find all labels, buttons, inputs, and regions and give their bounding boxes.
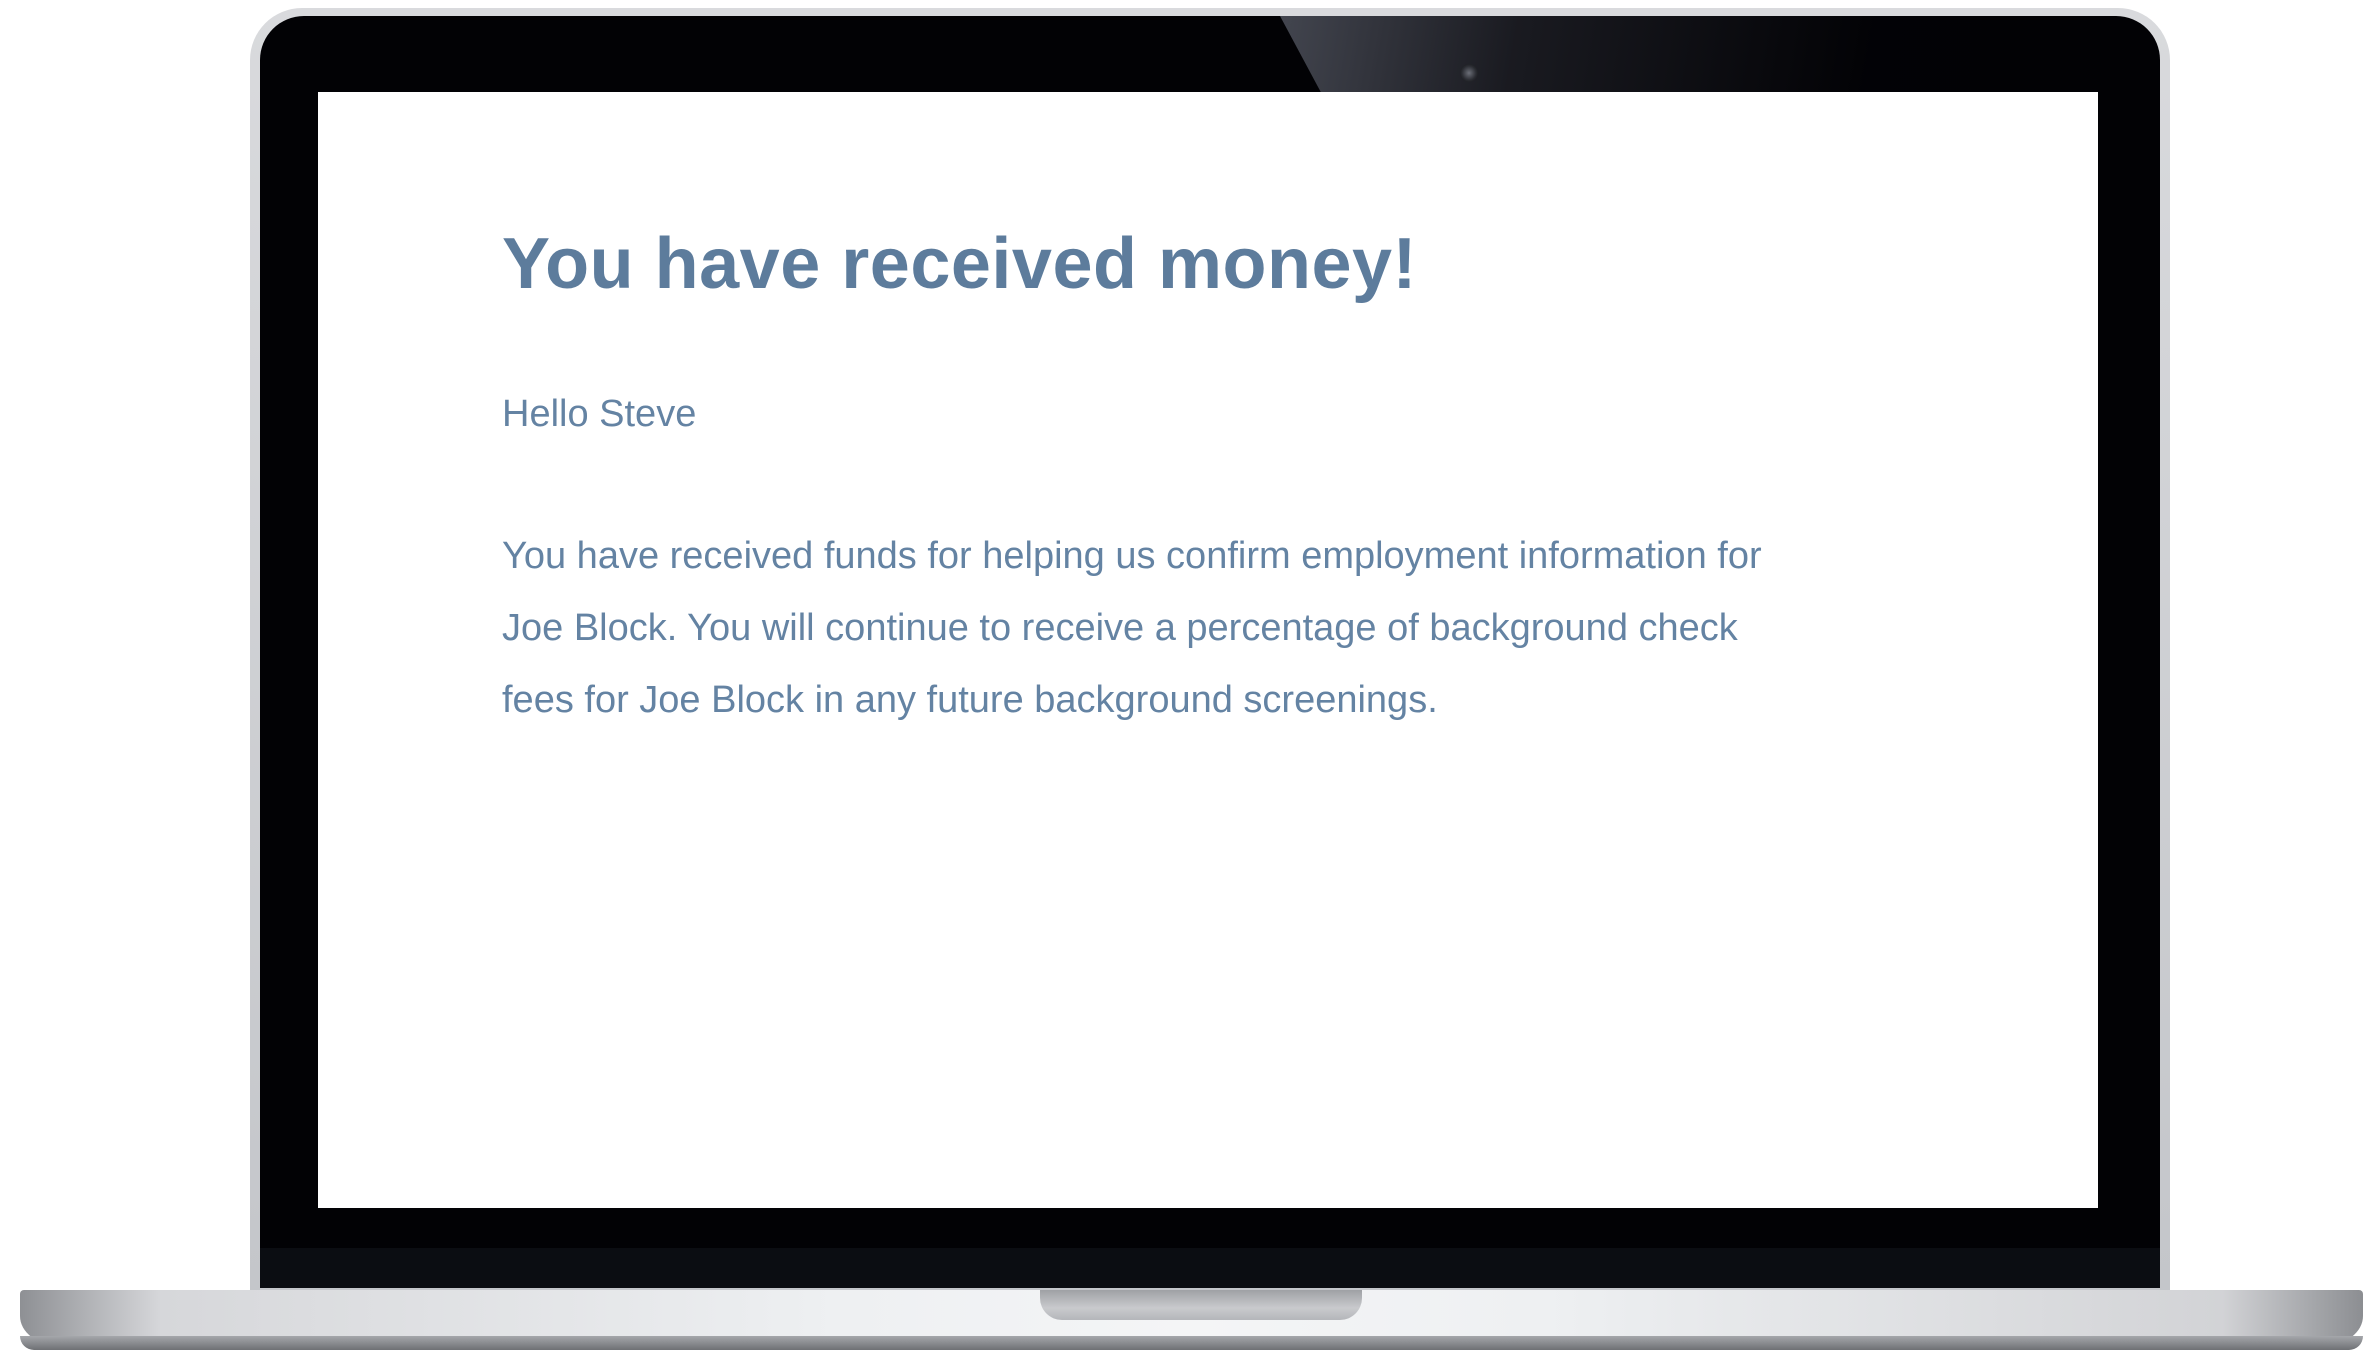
email-body: You have received funds for helping us c…	[502, 535, 1762, 721]
email-title: You have received money!	[502, 224, 1418, 304]
laptop-mockup: You have received money! Hello Steve You…	[0, 0, 2363, 1362]
email-greeting: Hello Steve	[502, 393, 697, 435]
laptop-base-edge	[20, 1336, 2363, 1350]
lid-opening-notch	[1040, 1290, 1362, 1320]
email-content: You have received money! Hello Steve You…	[502, 222, 1772, 736]
webcam-icon	[1460, 64, 1478, 82]
bezel-bottom	[260, 1248, 2160, 1288]
email-screen: You have received money! Hello Steve You…	[318, 92, 2098, 1208]
